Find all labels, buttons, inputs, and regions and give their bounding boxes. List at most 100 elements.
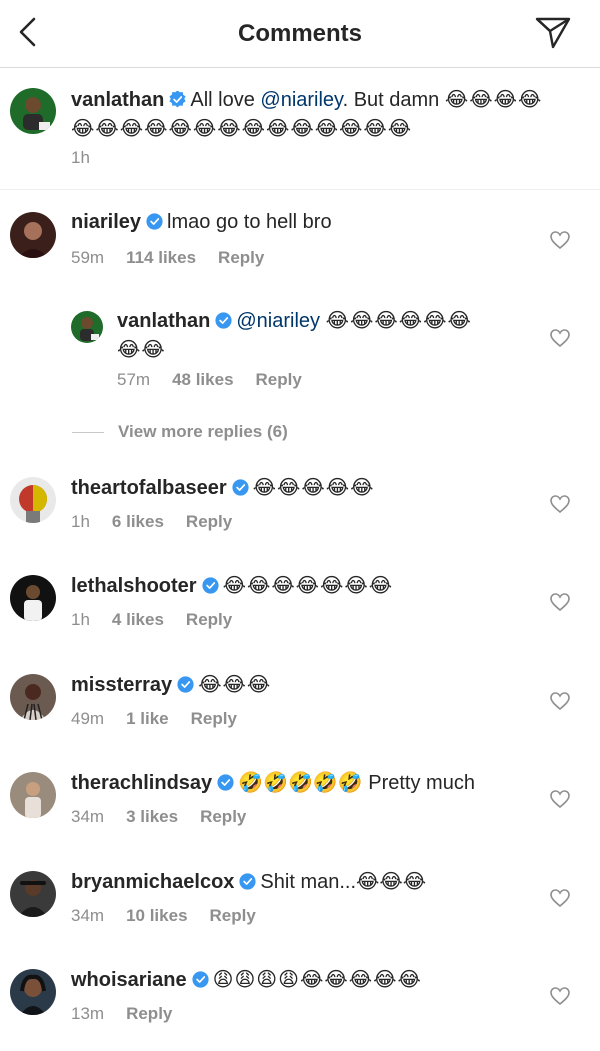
- mention-link[interactable]: @niariley: [260, 89, 342, 111]
- comment-meta: 57m 48 likes Reply: [117, 370, 324, 390]
- heart-outline-icon[interactable]: [550, 790, 570, 808]
- comment-meta: 1h 4 likes Reply: [71, 610, 254, 630]
- comment-username[interactable]: therachlindsay: [71, 772, 212, 794]
- avatar[interactable]: [10, 88, 56, 134]
- comment-time: 1h: [71, 512, 90, 531]
- reply-button[interactable]: Reply: [218, 248, 264, 267]
- avatar[interactable]: [10, 575, 56, 621]
- avatar[interactable]: [10, 674, 56, 720]
- comment-emoji: 😂😂: [117, 339, 166, 361]
- comment-time: 34m: [71, 807, 105, 826]
- comment-body: 😂😂😂😂😂😂😂: [222, 575, 394, 597]
- heart-outline-icon[interactable]: [550, 231, 570, 249]
- avatar[interactable]: [10, 871, 56, 917]
- comment-meta: 34m 10 likes Reply: [71, 906, 278, 926]
- comment: lethalshooter 😂😂😂😂😂😂😂 1h 4 likes Reply: [0, 560, 600, 650]
- likes-count[interactable]: 114 likes: [126, 248, 196, 267]
- comment-text-row: lethalshooter 😂😂😂😂😂😂😂: [71, 572, 393, 601]
- caption-emoji: 😂😂😂😂: [444, 89, 543, 111]
- comment: bryanmichaelcox Shit man...😂😂😂 34m 10 like…: [0, 856, 600, 946]
- caption-body: All love: [190, 89, 261, 111]
- comment-time: 57m: [117, 370, 151, 389]
- comment-text-row: bryanmichaelcox Shit man...😂😂😂: [71, 868, 426, 897]
- comment-emoji: 😂😂😂😂😂😂: [325, 310, 472, 332]
- comment-username[interactable]: niariley: [71, 211, 141, 233]
- comment-text-row: therachlindsay 🤣🤣🤣🤣🤣 Pretty much: [71, 769, 475, 798]
- comment-username[interactable]: missterray: [71, 674, 172, 696]
- comment-text-row: whoisariane 😩😩😩😩😂😂😂😂😂: [71, 966, 422, 995]
- heart-outline-icon[interactable]: [550, 987, 570, 1005]
- likes-count[interactable]: 48 likes: [172, 370, 233, 389]
- comment-time: 34m: [71, 906, 105, 925]
- verified-badge-icon: [239, 873, 256, 890]
- comment-meta: 59m 114 likes Reply: [71, 248, 286, 268]
- comment-meta: 34m 3 likes Reply: [71, 807, 268, 827]
- likes-count[interactable]: 6 likes: [112, 512, 164, 531]
- comment: whoisariane 😩😩😩😩😂😂😂😂😂 13m Reply: [0, 954, 600, 1044]
- likes-count[interactable]: 1 like: [126, 709, 169, 728]
- comment: niariley lmao go to hell bro 59m 114 likes…: [0, 190, 600, 280]
- caption: vanlathan All love @niariley. But damn 😂😂…: [0, 68, 600, 190]
- avatar[interactable]: [71, 311, 103, 343]
- mention-link[interactable]: @niariley: [236, 310, 320, 332]
- comment-username[interactable]: theartofalbaseer: [71, 477, 227, 499]
- likes-count[interactable]: 10 likes: [126, 906, 187, 925]
- likes-count[interactable]: 3 likes: [126, 807, 178, 826]
- reply-button[interactable]: Reply: [186, 512, 232, 531]
- comment-time: 59m: [71, 248, 105, 267]
- avatar[interactable]: [10, 477, 56, 523]
- comment-username[interactable]: vanlathan: [71, 89, 164, 111]
- comment-meta: 13m Reply: [71, 1004, 194, 1024]
- comment-text-row: theartofalbaseer 😂😂😂😂😂: [71, 474, 374, 503]
- reply-comment: vanlathan @niariley 😂😂😂😂😂😂 😂😂 57m 48 likes R…: [0, 295, 600, 405]
- caption-text: vanlathan All love @niariley. But damn 😂😂…: [71, 86, 581, 144]
- heart-outline-icon[interactable]: [550, 889, 570, 907]
- caption-emoji: 😂😂😂😂😂😂😂😂😂😂😂😂😂😂: [71, 118, 413, 140]
- likes-count[interactable]: 4 likes: [112, 610, 164, 629]
- verified-badge-icon: [202, 577, 219, 594]
- heart-outline-icon[interactable]: [550, 593, 570, 611]
- comment-username[interactable]: vanlathan: [117, 310, 210, 332]
- reply-button[interactable]: Reply: [126, 1004, 172, 1023]
- verified-badge-icon: [232, 479, 249, 496]
- avatar[interactable]: [10, 969, 56, 1015]
- comment-text-row: missterray 😂😂😂: [71, 671, 271, 700]
- comment-time: 49m: [71, 709, 105, 728]
- reply-button[interactable]: Reply: [200, 807, 246, 826]
- comment: theartofalbaseer 😂😂😂😂😂 1h 6 likes Reply: [0, 462, 600, 552]
- view-more-label: View more replies (6): [118, 422, 288, 441]
- comment-time: 1h: [71, 148, 90, 167]
- comment: missterray 😂😂😂 49m 1 like Reply: [0, 659, 600, 749]
- comment-body: lmao go to hell bro: [167, 211, 332, 233]
- comment-body: Shit man...😂😂😂: [260, 871, 427, 893]
- reply-button[interactable]: Reply: [210, 906, 256, 925]
- heart-outline-icon[interactable]: [550, 495, 570, 513]
- avatar[interactable]: [10, 212, 56, 258]
- heart-outline-icon[interactable]: [550, 692, 570, 710]
- comment-username[interactable]: bryanmichaelcox: [71, 871, 234, 893]
- avatar[interactable]: [10, 772, 56, 818]
- view-more-replies-button[interactable]: View more replies (6): [72, 422, 288, 442]
- comment: therachlindsay 🤣🤣🤣🤣🤣 Pretty much 34m 3 lik…: [0, 757, 600, 847]
- comment-username[interactable]: whoisariane: [71, 969, 187, 991]
- comment-text-row: niariley lmao go to hell bro: [71, 208, 332, 237]
- reply-button[interactable]: Reply: [256, 370, 302, 389]
- reply-button[interactable]: Reply: [191, 709, 237, 728]
- comment-body: 😩😩😩😩😂😂😂😂😂: [212, 969, 422, 991]
- comment-username[interactable]: lethalshooter: [71, 575, 197, 597]
- reply-button[interactable]: Reply: [186, 610, 232, 629]
- comment-body: 😂😂😂😂😂: [252, 477, 375, 499]
- divider: [72, 432, 104, 434]
- comment-time: 13m: [71, 1004, 105, 1023]
- verified-badge-icon: [192, 971, 209, 988]
- paper-plane-icon[interactable]: [534, 16, 572, 50]
- comment-time: 1h: [71, 610, 90, 629]
- verified-badge-icon: [169, 91, 186, 108]
- heart-outline-icon[interactable]: [550, 329, 570, 347]
- verified-badge-icon: [215, 312, 232, 329]
- comment-meta: 49m 1 like Reply: [71, 709, 259, 729]
- comment-text-row: vanlathan @niariley 😂😂😂😂😂😂 😂😂: [117, 307, 517, 365]
- verified-badge-icon: [146, 213, 163, 230]
- comment-body: 🤣🤣🤣🤣🤣 Pretty much: [238, 772, 475, 794]
- page-title: Comments: [237, 20, 363, 47]
